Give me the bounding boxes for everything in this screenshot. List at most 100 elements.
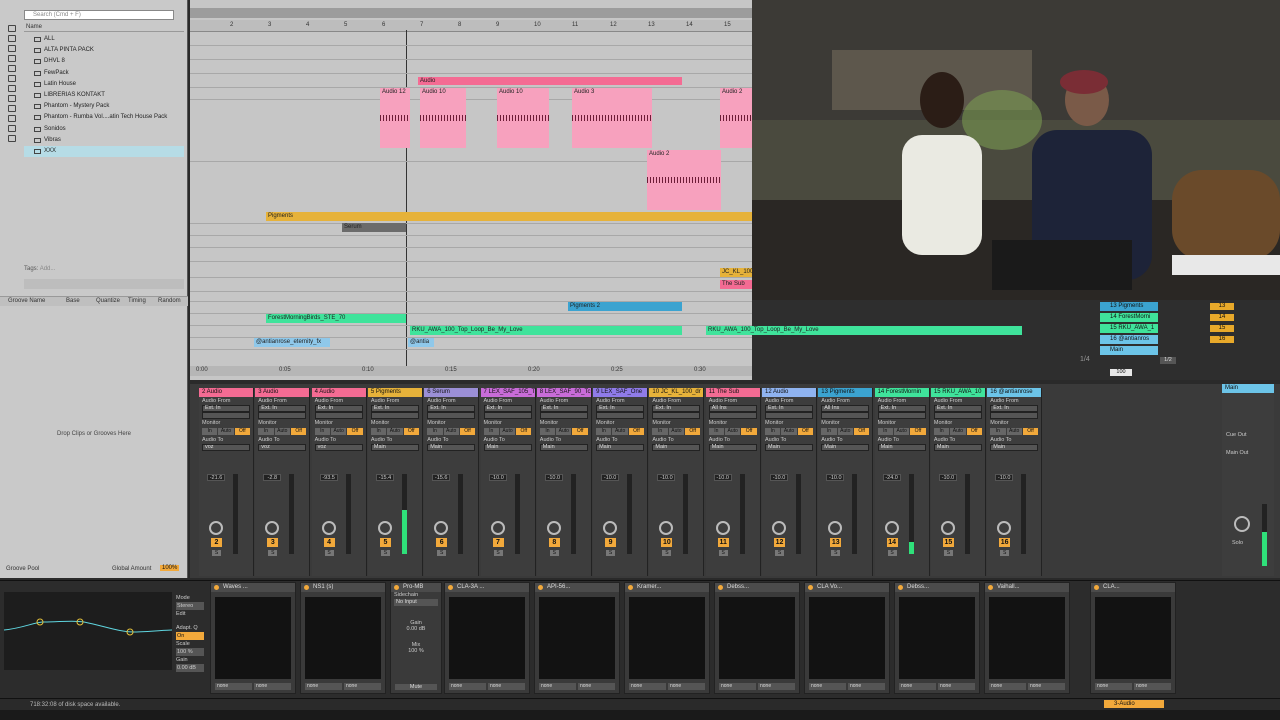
monitor-auto[interactable]: Auto bbox=[274, 428, 290, 435]
solo-button[interactable]: S bbox=[606, 550, 616, 556]
track-activator[interactable]: 14 bbox=[886, 538, 898, 547]
pan-knob[interactable] bbox=[603, 521, 618, 535]
track-activator[interactable]: 13 bbox=[830, 538, 842, 547]
input-channel-select[interactable] bbox=[708, 412, 757, 419]
device-select[interactable]: none bbox=[758, 683, 795, 690]
monitor-in[interactable]: In bbox=[539, 428, 556, 435]
monitor-off[interactable]: Off bbox=[572, 428, 588, 435]
device-title[interactable]: Debss... bbox=[715, 583, 799, 592]
monitor-off[interactable]: Off bbox=[403, 428, 419, 435]
input-channel-select[interactable] bbox=[539, 412, 588, 419]
device-select[interactable]: none bbox=[578, 683, 615, 690]
device-select[interactable]: none bbox=[1095, 683, 1132, 690]
track-lane[interactable] bbox=[190, 34, 752, 46]
eq-display[interactable] bbox=[3, 592, 173, 670]
monitor-off[interactable]: Off bbox=[797, 428, 813, 435]
track-lane[interactable] bbox=[190, 62, 752, 74]
volume-value[interactable]: -21.6 bbox=[207, 474, 225, 481]
channel-title[interactable]: 16 @antianrose bbox=[987, 388, 1042, 397]
samples-icon[interactable] bbox=[8, 105, 16, 112]
input-select[interactable]: Ext. In bbox=[990, 405, 1039, 412]
preview-strip[interactable] bbox=[24, 279, 184, 289]
solo-button[interactable]: S bbox=[943, 550, 953, 556]
input-channel-select[interactable] bbox=[258, 412, 307, 419]
device-select[interactable]: none bbox=[449, 683, 486, 690]
packs-icon[interactable] bbox=[8, 115, 16, 122]
device-select[interactable]: none bbox=[539, 683, 576, 690]
plugins-icon[interactable] bbox=[8, 85, 16, 92]
beat-ruler[interactable]: 2 3 4 5 6 7 8 9 10 11 12 13 14 15 bbox=[190, 20, 752, 32]
output-select[interactable]: Main bbox=[708, 444, 757, 451]
pan-knob[interactable] bbox=[997, 521, 1012, 535]
channel-title[interactable]: 15 RKU_AWA_10 bbox=[930, 388, 985, 397]
device-title[interactable]: Vaihall... bbox=[985, 583, 1069, 592]
volume-value[interactable]: -10.0 bbox=[938, 474, 957, 481]
midi-effects-icon[interactable] bbox=[8, 75, 16, 82]
monitor-in[interactable]: In bbox=[483, 428, 499, 435]
audio-clip[interactable]: Audio 3 bbox=[572, 88, 652, 148]
channel-title[interactable]: 10 JC_KL_100_dr bbox=[649, 388, 704, 397]
monitor-toggle[interactable]: In Auto Off bbox=[314, 428, 363, 435]
channel-title[interactable]: 11 The Sub bbox=[705, 388, 760, 397]
device-title[interactable]: NS1 (s) bbox=[301, 583, 385, 592]
channel-title[interactable]: 14 ForestMornin bbox=[874, 388, 929, 397]
collections-icon[interactable] bbox=[8, 25, 16, 32]
output-select[interactable]: Main bbox=[596, 444, 645, 451]
input-channel-select[interactable] bbox=[427, 412, 476, 419]
output-select[interactable]: Main bbox=[539, 444, 588, 451]
monitor-in[interactable]: In bbox=[933, 428, 950, 435]
audio-clip[interactable]: RKU_AWA_100_Top_Loop_Be_My_Love bbox=[410, 326, 682, 335]
track-activator[interactable]: 3 bbox=[267, 538, 279, 547]
mix-value[interactable]: 100 % bbox=[391, 648, 441, 654]
solo-button[interactable]: S bbox=[268, 550, 278, 556]
browser-item[interactable]: XXX bbox=[24, 146, 184, 157]
eq-stereo-select[interactable]: Stereo bbox=[176, 602, 204, 610]
device-select[interactable]: none bbox=[1028, 683, 1065, 690]
monitor-in[interactable]: In bbox=[652, 428, 668, 435]
user-library-icon[interactable] bbox=[8, 125, 16, 132]
browser-item[interactable]: ALTA PINTA PACK bbox=[24, 45, 184, 56]
monitor-in[interactable]: In bbox=[990, 428, 1006, 435]
cue-volume-knob[interactable] bbox=[1234, 516, 1250, 532]
track-activator[interactable]: 8 bbox=[548, 538, 560, 547]
monitor-off[interactable]: Off bbox=[290, 428, 307, 435]
output-select[interactable]: Main bbox=[990, 444, 1039, 451]
monitor-toggle[interactable]: In Auto Off bbox=[765, 428, 813, 435]
track-lane[interactable] bbox=[190, 290, 752, 302]
overview-bar[interactable] bbox=[190, 8, 752, 18]
monitor-auto[interactable]: Auto bbox=[387, 428, 403, 435]
pan-knob[interactable] bbox=[490, 521, 505, 535]
track-activator[interactable]: 4 bbox=[323, 538, 335, 547]
device-title[interactable]: Kramer... bbox=[625, 583, 709, 592]
input-channel-select[interactable] bbox=[933, 412, 982, 419]
volume-value[interactable]: -2.8 bbox=[263, 474, 282, 481]
pan-knob[interactable] bbox=[321, 521, 336, 535]
output-select[interactable]: voz bbox=[202, 444, 250, 451]
pan-knob[interactable] bbox=[715, 521, 730, 535]
track-header[interactable]: 16 @antianros bbox=[1100, 335, 1158, 344]
monitor-auto[interactable]: Auto bbox=[668, 428, 685, 435]
input-select[interactable]: All Ins bbox=[821, 405, 870, 412]
monitor-in[interactable]: In bbox=[821, 428, 837, 435]
device-select[interactable]: none bbox=[305, 683, 342, 690]
track-activator[interactable]: 12 bbox=[774, 538, 785, 547]
input-channel-select[interactable] bbox=[314, 412, 363, 419]
channel-title[interactable]: 5 Pigments bbox=[367, 388, 422, 397]
eq-adapt-toggle[interactable]: On bbox=[176, 632, 204, 640]
monitor-auto[interactable]: Auto bbox=[218, 428, 234, 435]
volume-value[interactable]: -10.0 bbox=[995, 474, 1014, 481]
pan-knob[interactable] bbox=[659, 521, 674, 535]
output-select[interactable]: voz bbox=[314, 444, 363, 451]
volume-value[interactable]: -24.0 bbox=[882, 474, 901, 481]
monitor-auto[interactable]: Auto bbox=[781, 428, 797, 435]
device-select[interactable]: none bbox=[989, 683, 1026, 690]
solo-button[interactable]: S bbox=[324, 550, 334, 556]
device-select[interactable]: none bbox=[938, 683, 975, 690]
drums-icon[interactable] bbox=[8, 45, 16, 52]
track-header[interactable]: 14 ForestMorni bbox=[1100, 313, 1158, 322]
input-channel-select[interactable] bbox=[370, 412, 419, 419]
mute-button[interactable]: Mute bbox=[395, 684, 437, 690]
track-activator[interactable]: 6 bbox=[436, 538, 448, 547]
input-select[interactable]: Ext. In bbox=[314, 405, 363, 412]
solo-button[interactable]: S bbox=[380, 550, 390, 556]
